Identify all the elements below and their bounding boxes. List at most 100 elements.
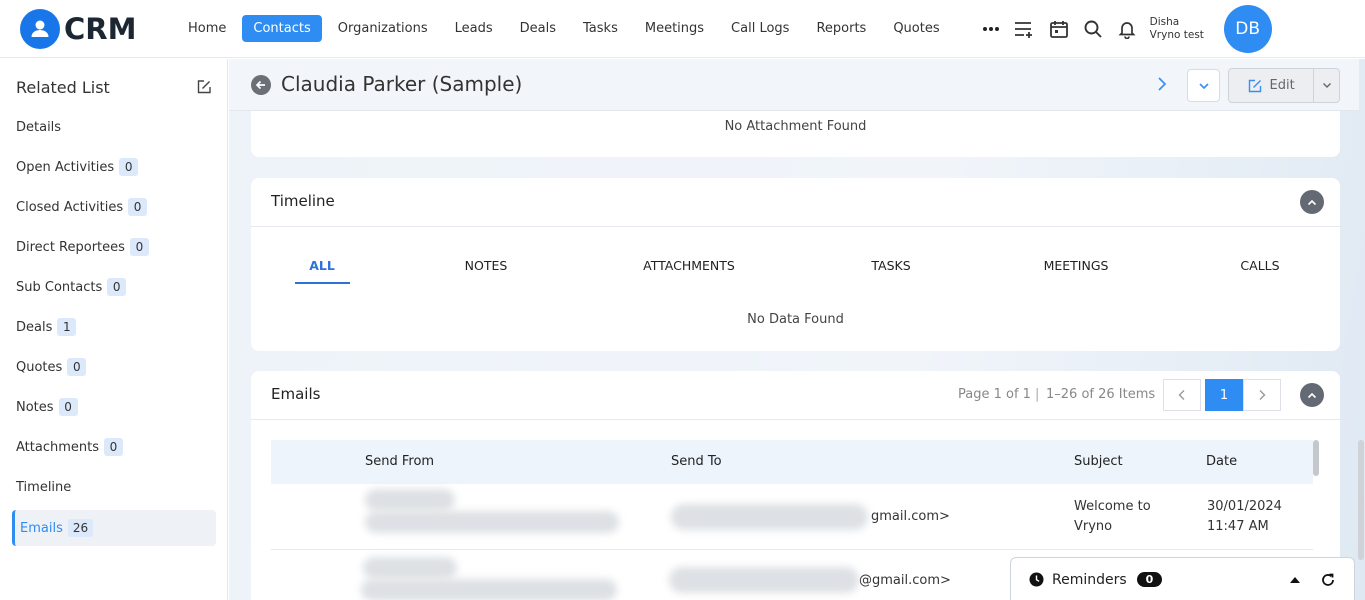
reminders-count: 0 xyxy=(1136,572,1163,587)
column-date[interactable]: Date xyxy=(1206,454,1237,469)
send-to-suffix: @gmail.com> xyxy=(859,573,951,588)
sidebar-item-attachments[interactable]: Attachments 0 xyxy=(12,429,216,465)
nav-organizations[interactable]: Organizations xyxy=(327,15,439,42)
edit-dropdown-toggle[interactable] xyxy=(1314,82,1339,89)
sidebar-item-quotes[interactable]: Quotes 0 xyxy=(12,349,216,385)
tab-calls[interactable]: CALLS xyxy=(1240,258,1279,273)
count-badge: 0 xyxy=(103,438,123,456)
reminders-panel[interactable]: Reminders 0 xyxy=(1010,557,1355,600)
sidebar-item-direct-reportees[interactable]: Direct Reportees 0 xyxy=(12,229,216,265)
tab-attachments[interactable]: ATTACHMENTS xyxy=(643,258,735,273)
sidebar-item-sub-contacts[interactable]: Sub Contacts 0 xyxy=(12,269,216,305)
redacted-sender xyxy=(365,489,455,511)
tab-meetings[interactable]: MEETINGS xyxy=(1044,258,1109,273)
timeline-title: Timeline xyxy=(271,192,335,210)
next-page-button[interactable] xyxy=(1243,379,1281,411)
subject-line: Vryno xyxy=(1074,519,1113,534)
page-scrollbar[interactable] xyxy=(1358,440,1364,560)
tab-notes[interactable]: NOTES xyxy=(465,258,508,273)
count-badge: 0 xyxy=(129,238,149,256)
nav-home[interactable]: Home xyxy=(177,15,237,42)
sidebar-item-deals[interactable]: Deals 1 xyxy=(12,309,216,345)
record-menu-button[interactable] xyxy=(1187,69,1220,102)
related-list-sidebar: Related List Details Open Activities 0 Cl… xyxy=(0,59,228,600)
crm-logo[interactable]: CRM xyxy=(20,8,170,49)
nav-leads[interactable]: Leads xyxy=(444,15,504,42)
sidebar-item-open-activities[interactable]: Open Activities 0 xyxy=(12,149,216,185)
user-logo-icon xyxy=(20,8,60,49)
redacted-sender xyxy=(363,557,457,579)
collapse-timeline-button[interactable] xyxy=(1300,190,1324,214)
sidebar-item-label: Direct Reportees xyxy=(16,239,125,255)
calendar-icon[interactable] xyxy=(1042,14,1076,44)
count-badge: 0 xyxy=(128,198,148,216)
sidebar-item-timeline[interactable]: Timeline xyxy=(12,469,216,505)
redacted-sender xyxy=(365,511,619,533)
bell-icon[interactable] xyxy=(1110,14,1144,44)
back-arrow-icon[interactable] xyxy=(251,75,271,95)
more-horizontal-icon[interactable] xyxy=(974,14,1008,44)
chevron-up-icon xyxy=(1307,199,1317,205)
count-badge: 0 xyxy=(67,358,87,376)
nav-deals[interactable]: Deals xyxy=(509,15,567,42)
chevron-down-icon xyxy=(1322,83,1331,88)
main-nav: Home Contacts Organizations Leads Deals … xyxy=(177,15,956,42)
sidebar-item-emails[interactable]: Emails 26 xyxy=(12,510,216,546)
nav-reports[interactable]: Reports xyxy=(805,15,877,42)
clock-icon xyxy=(1029,572,1044,587)
redacted-recipient xyxy=(669,567,859,593)
top-icons: Disha Vryno test DB xyxy=(974,4,1272,53)
pager-separator: | xyxy=(1035,387,1040,402)
sidebar-item-label: Quotes xyxy=(16,359,63,375)
edit-list-icon[interactable] xyxy=(197,80,211,98)
caret-up-icon[interactable] xyxy=(1290,576,1301,583)
count-badge: 0 xyxy=(119,158,139,176)
edit-button[interactable]: Edit xyxy=(1228,68,1340,103)
user-org: Vryno test xyxy=(1149,28,1204,41)
top-navigation-bar: CRM Home Contacts Organizations Leads De… xyxy=(0,0,1365,58)
count-badge: 0 xyxy=(107,278,127,296)
chevron-left-icon xyxy=(1178,390,1185,400)
emails-table-header: Send From Send To Subject Date xyxy=(271,440,1313,484)
record-header: Claudia Parker (Sample) Edit xyxy=(229,59,1359,111)
count-badge: 1 xyxy=(57,318,77,336)
table-scrollbar[interactable] xyxy=(1313,440,1319,476)
edit-button-main[interactable]: Edit xyxy=(1229,69,1315,102)
nav-contacts[interactable]: Contacts xyxy=(242,15,322,42)
subject-line: Welcome to xyxy=(1074,499,1151,514)
column-send-to[interactable]: Send To xyxy=(671,454,722,469)
user-name: Disha xyxy=(1149,15,1180,28)
sidebar-item-label: Sub Contacts xyxy=(16,279,103,295)
sidebar-item-notes[interactable]: Notes 0 xyxy=(12,389,216,425)
avatar[interactable]: DB xyxy=(1223,4,1272,53)
sidebar-item-label: Open Activities xyxy=(16,159,115,175)
sidebar-item-label: Notes xyxy=(16,399,54,415)
tab-tasks[interactable]: TASKS xyxy=(871,258,910,273)
timeline-empty-text: No Data Found xyxy=(747,312,844,327)
column-send-from[interactable]: Send From xyxy=(365,454,434,469)
sidebar-item-closed-activities[interactable]: Closed Activities 0 xyxy=(12,189,216,225)
collapse-emails-button[interactable] xyxy=(1300,383,1324,407)
column-subject[interactable]: Subject xyxy=(1074,454,1123,469)
page-number-button[interactable]: 1 xyxy=(1205,379,1243,411)
user-info[interactable]: Disha Vryno test xyxy=(1150,16,1222,42)
nav-quotes[interactable]: Quotes xyxy=(882,15,950,42)
items-text: 1–26 of 26 Items xyxy=(1046,387,1156,402)
email-date: 30/01/2024 xyxy=(1207,499,1282,514)
sidebar-title: Related List xyxy=(16,78,110,97)
divider xyxy=(251,419,1340,420)
edit-label: Edit xyxy=(1269,78,1295,93)
prev-page-button[interactable] xyxy=(1163,379,1201,411)
nav-tasks[interactable]: Tasks xyxy=(572,15,629,42)
chevron-right-icon[interactable] xyxy=(1157,76,1167,96)
tab-all[interactable]: ALL xyxy=(309,258,335,273)
attachments-empty-text: No Attachment Found xyxy=(724,119,867,134)
add-list-icon[interactable] xyxy=(1008,14,1042,44)
search-icon[interactable] xyxy=(1076,14,1110,44)
nav-meetings[interactable]: Meetings xyxy=(634,15,715,42)
record-title: Claudia Parker (Sample) xyxy=(281,72,523,96)
row-divider xyxy=(271,549,1313,550)
sidebar-item-details[interactable]: Details xyxy=(12,109,216,145)
nav-call-logs[interactable]: Call Logs xyxy=(720,15,800,42)
refresh-icon[interactable] xyxy=(1320,572,1336,588)
